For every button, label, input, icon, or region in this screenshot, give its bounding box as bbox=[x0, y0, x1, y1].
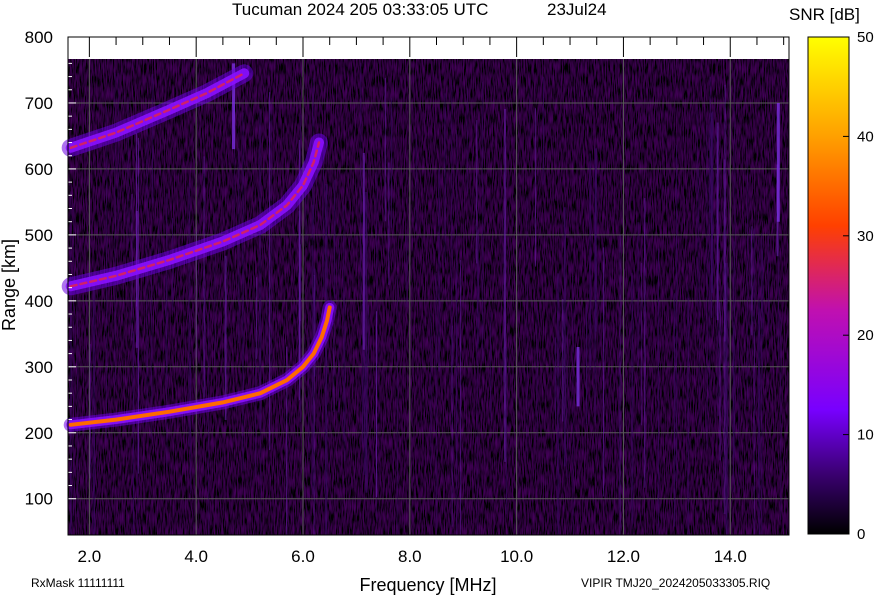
top-strip bbox=[68, 37, 789, 59]
y-tick-label: 200 bbox=[25, 424, 53, 443]
x-tick-label: 12.0 bbox=[607, 547, 640, 566]
colorbar-title: SNR [dB] bbox=[789, 5, 860, 24]
colorbar-tick-label: 40 bbox=[857, 128, 874, 145]
y-tick-label: 300 bbox=[25, 358, 53, 377]
x-tick-label: 8.0 bbox=[398, 547, 422, 566]
y-tick-label: 400 bbox=[25, 292, 53, 311]
x-tick-label: 4.0 bbox=[184, 547, 208, 566]
y-tick-label: 500 bbox=[25, 226, 53, 245]
colorbar-tick-label: 0 bbox=[857, 526, 865, 543]
y-axis-title: Range [km] bbox=[0, 239, 19, 331]
chart-date: 23Jul24 bbox=[547, 0, 607, 19]
file-name-label: VIPIR TMJ20_2024205033305.RIQ bbox=[581, 576, 771, 590]
chart-title: Tucuman 2024 205 03:33:05 UTC bbox=[232, 0, 489, 19]
noise-texture bbox=[68, 59, 789, 535]
x-axis-title: Frequency [MHz] bbox=[359, 575, 496, 595]
colorbar bbox=[807, 36, 850, 535]
x-tick-label: 2.0 bbox=[78, 547, 102, 566]
x-tick-label: 10.0 bbox=[500, 547, 533, 566]
x-tick-label: 14.0 bbox=[714, 547, 747, 566]
colorbar-tick-label: 10 bbox=[857, 427, 874, 444]
y-tick-label: 800 bbox=[25, 28, 53, 47]
colorbar-tick-label: 20 bbox=[857, 327, 874, 344]
y-tick-label: 100 bbox=[25, 490, 53, 509]
ionogram-chart: 2.0 4.0 6.0 8.0 10.0 12.0 14.0 100200300400500… bbox=[0, 28, 874, 595]
y-tick-label: 700 bbox=[25, 94, 53, 113]
x-tick-label: 6.0 bbox=[291, 547, 315, 566]
colorbar-tick-label: 30 bbox=[857, 228, 874, 245]
rxmask-label: RxMask 11111111 bbox=[31, 576, 125, 590]
colorbar-tick-label: 50 bbox=[857, 29, 874, 46]
y-tick-label: 600 bbox=[25, 160, 53, 179]
